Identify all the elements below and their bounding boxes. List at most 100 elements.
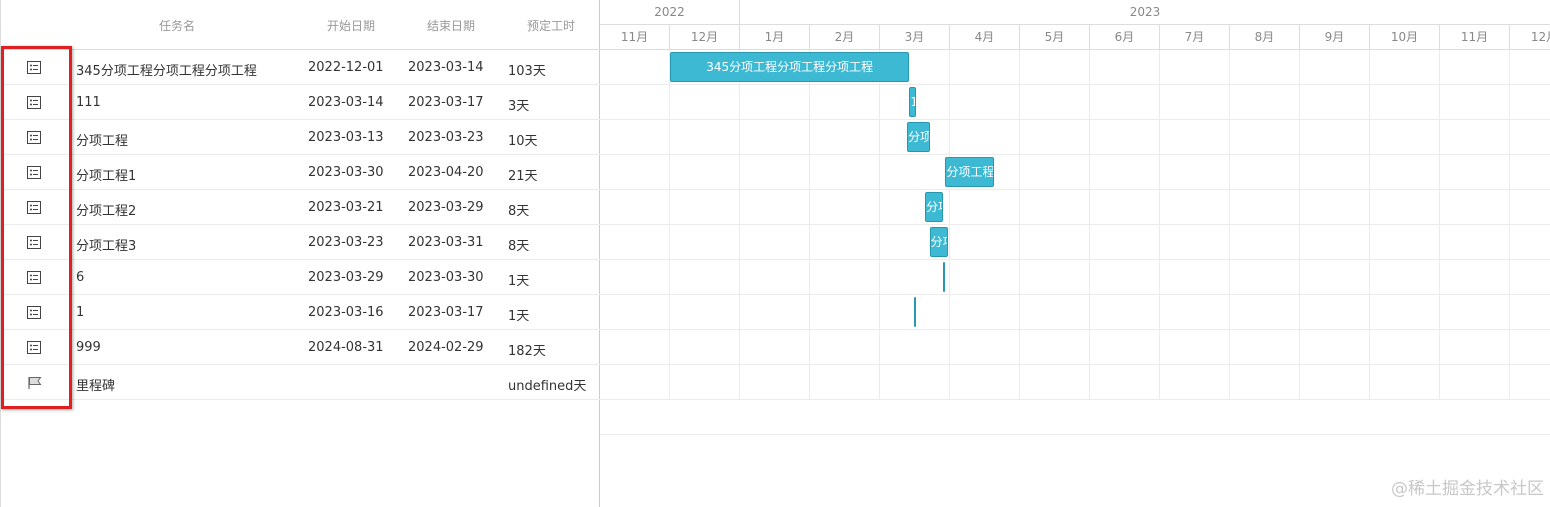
cell-end: 2023-04-20 — [408, 165, 484, 180]
grid-vline — [1019, 50, 1020, 400]
task-row[interactable]: 345分项工程分项工程分项工程 2022-12-01 2023-03-14 103天 — [1, 50, 600, 85]
cell-start: 2023-03-29 — [308, 270, 384, 285]
cell-duration: 1天 — [508, 309, 530, 324]
task-bar[interactable]: 分项工程3 — [929, 227, 948, 257]
scale-month: 4月 — [950, 25, 1020, 50]
task-row[interactable]: 分项工程1 2023-03-30 2023-04-20 21天 — [1, 155, 600, 190]
grid-vline — [1369, 50, 1370, 400]
grid-vline — [1509, 50, 1510, 400]
cell-start: 2023-03-30 — [308, 165, 384, 180]
cell-start: 2023-03-16 — [308, 305, 384, 320]
grid-vline — [1089, 50, 1090, 400]
task-icon — [27, 61, 41, 74]
scale-month: 12月 — [670, 25, 740, 50]
cell-duration: 103天 — [508, 64, 546, 79]
task-icon — [27, 236, 41, 249]
column-header-name[interactable]: 任务名 — [159, 17, 195, 34]
task-row[interactable]: 分项工程3 2023-03-23 2023-03-31 8天 — [1, 225, 600, 260]
scale-month: 8月 — [1230, 25, 1300, 50]
grid-hline — [600, 84, 1550, 85]
grid-vline — [1439, 50, 1440, 400]
grid-hline — [600, 434, 1550, 435]
task-grid: 任务名 开始日期 结束日期 预定工时 345分项工程分项工程分项工程 2022-1… — [0, 0, 600, 507]
cell-start: 2022-12-01 — [308, 60, 384, 75]
cell-duration: 8天 — [508, 239, 530, 254]
task-icon — [27, 306, 41, 319]
cell-name: 999 — [76, 340, 101, 355]
task-bar[interactable]: 111 — [909, 87, 917, 117]
gantt-chart: 2022 2023 11月 12月 1月 2月 3月 4月 5月 6月 7月 8月 9月 10月 11月… — [600, 0, 1550, 507]
scale-month: 11月 — [1440, 25, 1510, 50]
cell-end: 2023-03-31 — [408, 235, 484, 250]
cell-name: 111 — [76, 95, 101, 110]
task-row[interactable]: 里程碑 undefined天 — [1, 365, 600, 400]
cell-name: 1 — [76, 305, 85, 320]
column-header-end[interactable]: 结束日期 — [427, 17, 475, 34]
task-icon — [27, 271, 41, 284]
scale-month: 1月 — [740, 25, 810, 50]
cell-duration: 8天 — [508, 204, 530, 219]
task-icon — [27, 341, 41, 354]
task-icon — [27, 96, 41, 109]
cell-end: 2023-03-17 — [408, 95, 484, 110]
flag-icon — [27, 376, 42, 389]
cell-name: 6 — [76, 270, 85, 285]
scale-year: 2022 — [600, 0, 740, 25]
grid-hline — [600, 294, 1550, 295]
cell-name: 分项工程2 — [76, 204, 137, 219]
cell-name: 分项工程 — [76, 134, 129, 149]
cell-end: 2024-02-29 — [408, 340, 484, 355]
task-icon — [27, 166, 41, 179]
grid-vline — [809, 50, 810, 400]
scale-month: 9月 — [1300, 25, 1370, 50]
task-icon — [27, 201, 41, 214]
cell-duration: 21天 — [508, 169, 538, 184]
task-bar[interactable] — [943, 262, 946, 292]
scale-month: 6月 — [1090, 25, 1160, 50]
grid-vline — [1229, 50, 1230, 400]
grid-hline — [600, 399, 1550, 400]
column-header-start[interactable]: 开始日期 — [327, 17, 375, 34]
scale-month: 2月 — [810, 25, 880, 50]
scale-month: 12月 — [1510, 25, 1550, 50]
task-row[interactable]: 6 2023-03-29 2023-03-30 1天 — [1, 260, 600, 295]
task-row[interactable]: 999 2024-08-31 2024-02-29 182天 — [1, 330, 600, 365]
task-row[interactable]: 分项工程 2023-03-13 2023-03-23 10天 — [1, 120, 600, 155]
grid-vline — [669, 50, 670, 400]
task-bar[interactable]: 分项工程2 — [925, 192, 944, 222]
scale-month: 7月 — [1160, 25, 1230, 50]
cell-duration: 182天 — [508, 344, 546, 359]
cell-start: 2024-08-31 — [308, 340, 384, 355]
cell-end: 2023-03-29 — [408, 200, 484, 215]
cell-start: 2023-03-21 — [308, 200, 384, 215]
scale-month: 3月 — [880, 25, 950, 50]
grid-vline — [739, 50, 740, 400]
scale-month: 10月 — [1370, 25, 1440, 50]
scale-month: 11月 — [600, 25, 670, 50]
task-bar[interactable]: 分项工程1 — [945, 157, 995, 187]
task-bar[interactable]: 分项工程 — [907, 122, 930, 152]
cell-end: 2023-03-30 — [408, 270, 484, 285]
grid-hline — [600, 189, 1550, 190]
task-row[interactable]: 111 2023-03-14 2023-03-17 3天 — [1, 85, 600, 120]
cell-duration: 3天 — [508, 99, 530, 114]
grid-hline — [600, 154, 1550, 155]
cell-start: 2023-03-23 — [308, 235, 384, 250]
grid-vline — [1159, 50, 1160, 400]
cell-end: 2023-03-17 — [408, 305, 484, 320]
cell-start: 2023-03-13 — [308, 130, 384, 145]
grid-vline — [949, 50, 950, 400]
column-header-duration[interactable]: 预定工时 — [527, 17, 575, 34]
task-icon — [27, 131, 41, 144]
scale-year: 2023 — [740, 0, 1550, 25]
task-row[interactable]: 1 2023-03-16 2023-03-17 1天 — [1, 295, 600, 330]
grid-header: 任务名 开始日期 结束日期 预定工时 — [1, 0, 600, 50]
task-row[interactable]: 分项工程2 2023-03-21 2023-03-29 8天 — [1, 190, 600, 225]
cell-start: 2023-03-14 — [308, 95, 384, 110]
cell-name: 345分项工程分项工程分项工程 — [76, 64, 257, 79]
task-bar[interactable]: 345分项工程分项工程分项工程 — [670, 52, 910, 82]
grid-hline — [600, 364, 1550, 365]
watermark: @稀土掘金技术社区 — [1391, 479, 1544, 499]
grid-hline — [600, 224, 1550, 225]
task-bar[interactable] — [913, 297, 916, 327]
